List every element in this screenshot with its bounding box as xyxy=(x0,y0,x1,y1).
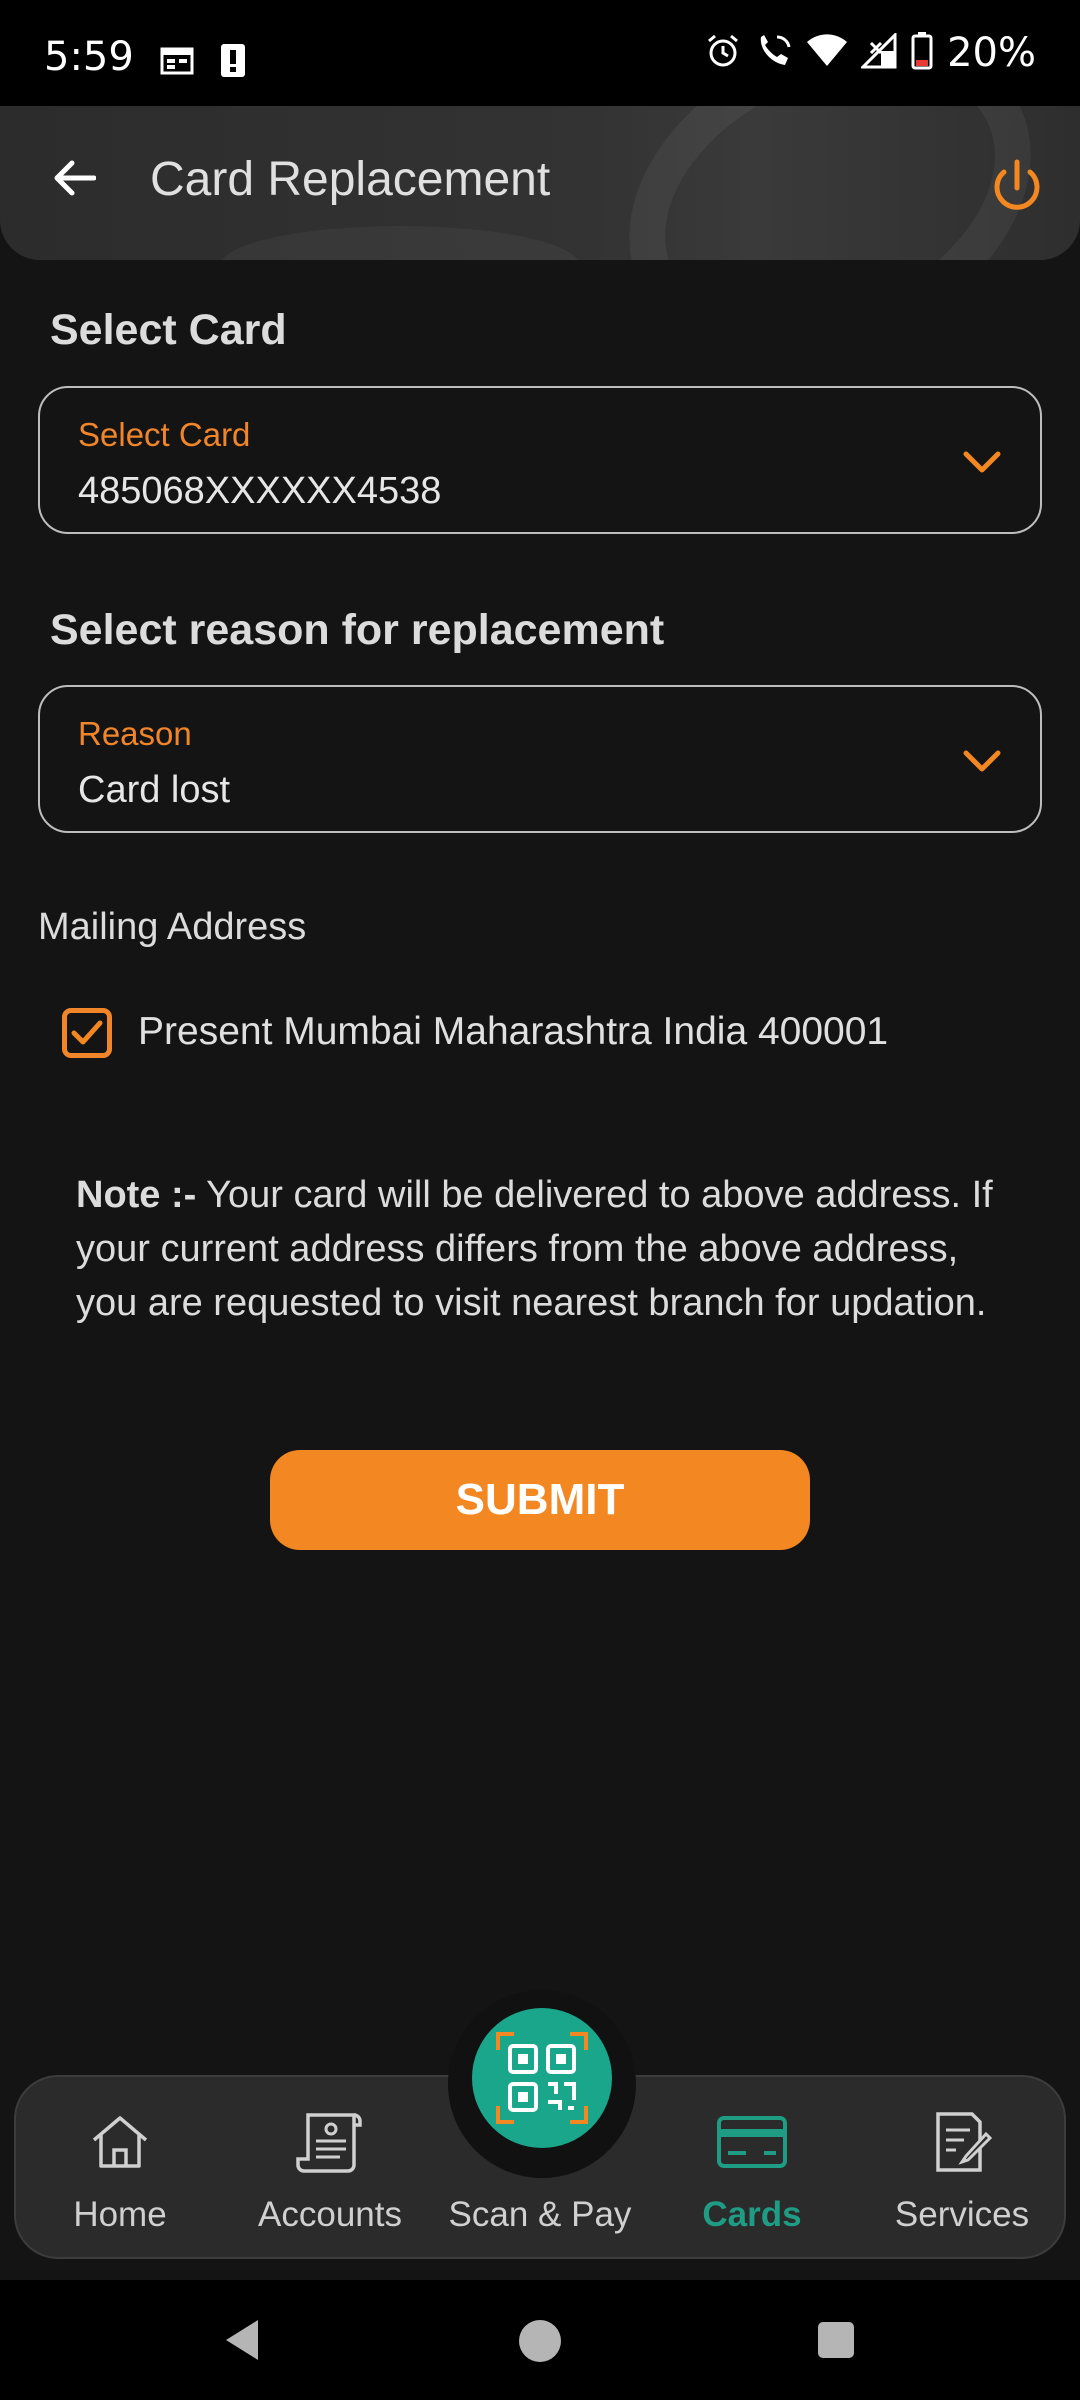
reason-select-value: Card lost xyxy=(78,769,231,811)
chevron-down-icon xyxy=(963,750,1001,772)
alert-icon xyxy=(220,42,246,83)
submit-button[interactable]: SUBMIT xyxy=(270,1450,810,1550)
reason-select-label: Reason xyxy=(78,715,192,752)
nav-item-accounts[interactable]: Accounts xyxy=(230,2107,430,2235)
system-back-icon[interactable] xyxy=(222,2318,262,2362)
chevron-down-icon xyxy=(963,451,1001,473)
nav-label-scan-pay: Scan & Pay xyxy=(448,2195,632,2234)
reason-heading: Select reason for replacement xyxy=(50,606,665,654)
card-select-label: Select Card xyxy=(78,416,251,453)
nav-item-cards[interactable]: Cards xyxy=(652,2107,852,2235)
nav-label-services: Services xyxy=(894,2195,1030,2234)
battery-icon xyxy=(911,31,933,75)
system-recents-icon[interactable] xyxy=(818,2322,854,2358)
services-icon xyxy=(936,2112,993,2172)
checkmark-icon xyxy=(71,1020,103,1045)
card-select-value: 485068XXXXXX4538 xyxy=(78,470,442,512)
system-nav-bar xyxy=(0,2280,1080,2400)
app-header: Card Replacement xyxy=(0,106,1080,260)
accounts-icon xyxy=(296,2113,362,2173)
page-title: Card Replacement xyxy=(150,153,551,206)
system-home-icon[interactable] xyxy=(519,2320,561,2362)
note-prefix: Note :- xyxy=(76,1174,197,1216)
note-body: Your card will be delivered to above add… xyxy=(76,1174,993,1324)
mailing-address-label: Mailing Address xyxy=(38,906,307,948)
wifi-icon xyxy=(807,33,848,73)
nav-label-home: Home xyxy=(73,2195,167,2234)
nav-item-services[interactable]: Services xyxy=(862,2107,1062,2235)
status-bar: 5:59 20% xyxy=(0,0,1080,106)
home-icon xyxy=(92,2116,148,2168)
alarm-icon xyxy=(705,33,741,74)
scan-pay-button[interactable] xyxy=(472,2008,612,2148)
logout-button[interactable] xyxy=(984,154,1050,220)
wifi-call-icon xyxy=(755,33,793,74)
arrow-left-icon xyxy=(54,160,96,196)
card-icon xyxy=(717,2116,787,2168)
nav-item-home[interactable]: Home xyxy=(20,2107,220,2235)
select-card-heading: Select Card xyxy=(50,306,287,354)
nav-label-accounts: Accounts xyxy=(258,2195,402,2234)
calendar-icon xyxy=(160,45,194,80)
note-text: Note :- Your card will be delivered to a… xyxy=(76,1168,1006,1330)
card-select-dropdown[interactable]: Select Card 485068XXXXXX4538 xyxy=(38,386,1042,534)
nav-label-cards: Cards xyxy=(702,2195,802,2234)
back-button[interactable] xyxy=(44,148,104,208)
signal-icon xyxy=(859,30,897,74)
address-checkbox[interactable] xyxy=(62,1008,112,1058)
page: 5:59 20% Card Replacement Select Card Se… xyxy=(0,0,1080,2400)
qr-code-icon xyxy=(496,2032,588,2124)
battery-percent: 20% xyxy=(947,30,1036,76)
power-icon xyxy=(994,159,1040,210)
reason-select-dropdown[interactable]: Reason Card lost xyxy=(38,685,1042,833)
address-text: Present Mumbai Maharashtra India 400001 xyxy=(138,1010,889,1053)
status-time: 5:59 xyxy=(44,34,134,80)
